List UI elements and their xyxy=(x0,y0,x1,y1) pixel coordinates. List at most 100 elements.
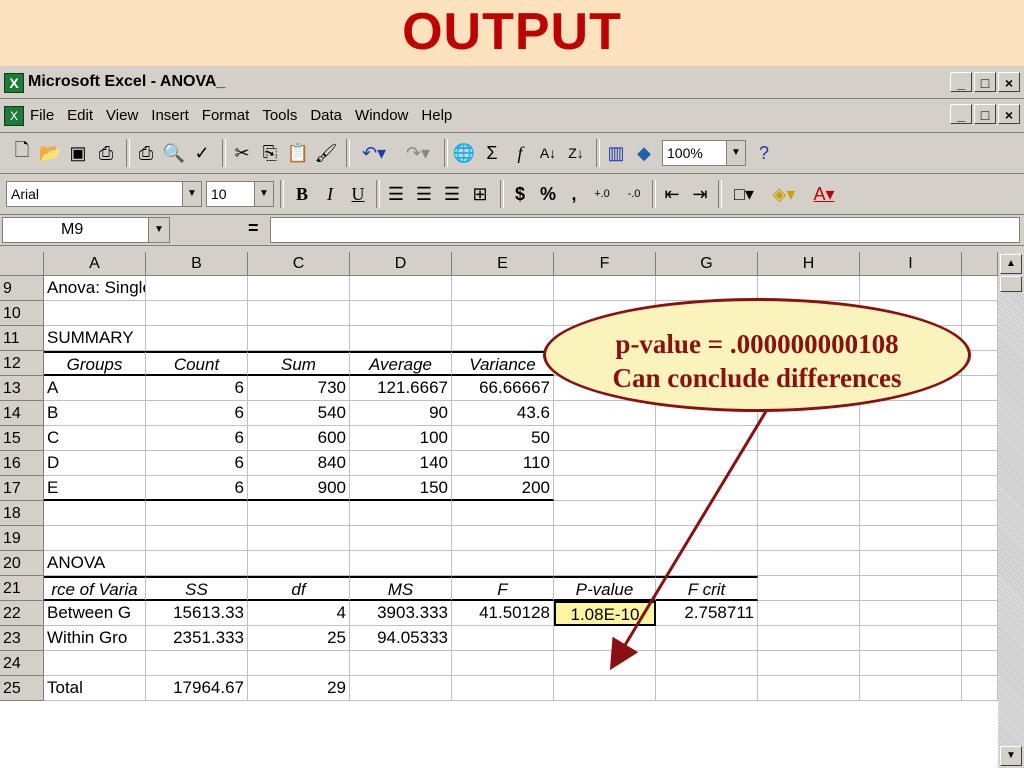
cell-h16[interactable] xyxy=(758,451,860,476)
cell-e12[interactable]: Variance xyxy=(452,351,554,376)
select-all-corner[interactable] xyxy=(0,252,44,276)
copy-icon[interactable]: ⎘ xyxy=(258,139,282,167)
cell-h15[interactable] xyxy=(758,426,860,451)
cell-b13[interactable]: 6 xyxy=(146,376,248,401)
fill-color-icon[interactable]: ◈▾ xyxy=(766,180,802,208)
cell-i14[interactable] xyxy=(860,401,962,426)
maximize-button[interactable]: □ xyxy=(974,72,996,92)
redo-icon[interactable]: ↷▾ xyxy=(398,139,438,167)
cell-g22[interactable]: 2.758711 xyxy=(656,601,758,626)
cell-f9[interactable] xyxy=(554,276,656,301)
cell-b12[interactable]: Count xyxy=(146,351,248,376)
cell-a21[interactable]: rce of Varia xyxy=(44,576,146,601)
chart-wizard-icon[interactable]: ▥ xyxy=(604,139,628,167)
cut-icon[interactable]: ✂ xyxy=(230,139,254,167)
cell-b22[interactable]: 15613.33 xyxy=(146,601,248,626)
column-header-c[interactable]: C xyxy=(248,252,350,276)
cell-blank[interactable] xyxy=(962,301,998,326)
row-header-20[interactable]: 20 xyxy=(0,551,44,576)
cell-b21[interactable]: SS xyxy=(146,576,248,601)
cell-d14[interactable]: 90 xyxy=(350,401,452,426)
print-preview-icon[interactable]: 🔍 xyxy=(162,139,186,167)
row-header-10[interactable]: 10 xyxy=(0,301,44,326)
cell-i22[interactable] xyxy=(860,601,962,626)
font-select[interactable]: Arial ▼ xyxy=(6,181,202,207)
cell-i20[interactable] xyxy=(860,551,962,576)
cell-i25[interactable] xyxy=(860,676,962,701)
cell-d11[interactable] xyxy=(350,326,452,351)
cell-g18[interactable] xyxy=(656,501,758,526)
close-button[interactable]: × xyxy=(998,72,1020,92)
cell-f14[interactable] xyxy=(554,401,656,426)
undo-icon[interactable]: ↶▾ xyxy=(354,139,394,167)
cell-h21[interactable] xyxy=(758,576,860,601)
cell-blank[interactable] xyxy=(962,401,998,426)
row-header-9[interactable]: 9 xyxy=(0,276,44,301)
italic-icon[interactable]: I xyxy=(318,180,342,208)
cell-e11[interactable] xyxy=(452,326,554,351)
cell-b15[interactable]: 6 xyxy=(146,426,248,451)
cell-d21[interactable]: MS xyxy=(350,576,452,601)
cell-i15[interactable] xyxy=(860,426,962,451)
decrease-indent-icon[interactable]: ⇤ xyxy=(660,180,684,208)
cell-c10[interactable] xyxy=(248,301,350,326)
cell-blank[interactable] xyxy=(962,601,998,626)
row-header-25[interactable]: 25 xyxy=(0,676,44,701)
cell-a18[interactable] xyxy=(44,501,146,526)
cell-i17[interactable] xyxy=(860,476,962,501)
menu-file[interactable]: File xyxy=(30,107,54,124)
hyperlink-icon[interactable]: 🌐 xyxy=(452,139,476,167)
cell-g24[interactable] xyxy=(656,651,758,676)
cell-b20[interactable] xyxy=(146,551,248,576)
workbook-icon[interactable]: X xyxy=(4,106,24,126)
row-header-13[interactable]: 13 xyxy=(0,376,44,401)
cell-c13[interactable]: 730 xyxy=(248,376,350,401)
doc-restore-button[interactable]: □ xyxy=(974,104,996,124)
cell-f25[interactable] xyxy=(554,676,656,701)
row-header-22[interactable]: 22 xyxy=(0,601,44,626)
cell-i23[interactable] xyxy=(860,626,962,651)
help-icon[interactable]: ? xyxy=(752,139,776,167)
currency-icon[interactable]: $ xyxy=(508,180,532,208)
column-header-blank[interactable] xyxy=(962,252,998,276)
cell-c15[interactable]: 600 xyxy=(248,426,350,451)
column-header-h[interactable]: H xyxy=(758,252,860,276)
cell-c9[interactable] xyxy=(248,276,350,301)
cell-c25[interactable]: 29 xyxy=(248,676,350,701)
cell-g23[interactable] xyxy=(656,626,758,651)
doc-minimize-button[interactable]: _ xyxy=(950,104,972,124)
cell-f15[interactable] xyxy=(554,426,656,451)
cell-g25[interactable] xyxy=(656,676,758,701)
cell-blank[interactable] xyxy=(962,576,998,601)
zoom-select[interactable]: 100% ▼ xyxy=(662,140,746,166)
cell-b18[interactable] xyxy=(146,501,248,526)
cell-d20[interactable] xyxy=(350,551,452,576)
menu-insert[interactable]: Insert xyxy=(151,107,189,124)
cell-e13[interactable]: 66.66667 xyxy=(452,376,554,401)
font-size-select[interactable]: 10 ▼ xyxy=(206,181,274,207)
menu-data[interactable]: Data xyxy=(310,107,342,124)
cell-a24[interactable] xyxy=(44,651,146,676)
cell-d9[interactable] xyxy=(350,276,452,301)
cell-b9[interactable] xyxy=(146,276,248,301)
cell-c20[interactable] xyxy=(248,551,350,576)
cell-i19[interactable] xyxy=(860,526,962,551)
increase-decimal-icon[interactable]: +.0 xyxy=(588,180,616,208)
cell-e17[interactable]: 200 xyxy=(452,476,554,501)
cell-d17[interactable]: 150 xyxy=(350,476,452,501)
cell-a16[interactable]: D xyxy=(44,451,146,476)
cell-d15[interactable]: 100 xyxy=(350,426,452,451)
cell-e19[interactable] xyxy=(452,526,554,551)
cell-a22[interactable]: Between G xyxy=(44,601,146,626)
drawing-icon[interactable]: ◆ xyxy=(632,139,656,167)
cell-b17[interactable]: 6 xyxy=(146,476,248,501)
cell-f18[interactable] xyxy=(554,501,656,526)
cell-c22[interactable]: 4 xyxy=(248,601,350,626)
column-header-a[interactable]: A xyxy=(44,252,146,276)
cell-d22[interactable]: 3903.333 xyxy=(350,601,452,626)
cell-i18[interactable] xyxy=(860,501,962,526)
cell-g19[interactable] xyxy=(656,526,758,551)
cell-a10[interactable] xyxy=(44,301,146,326)
cell-a23[interactable]: Within Gro xyxy=(44,626,146,651)
cell-blank[interactable] xyxy=(962,651,998,676)
